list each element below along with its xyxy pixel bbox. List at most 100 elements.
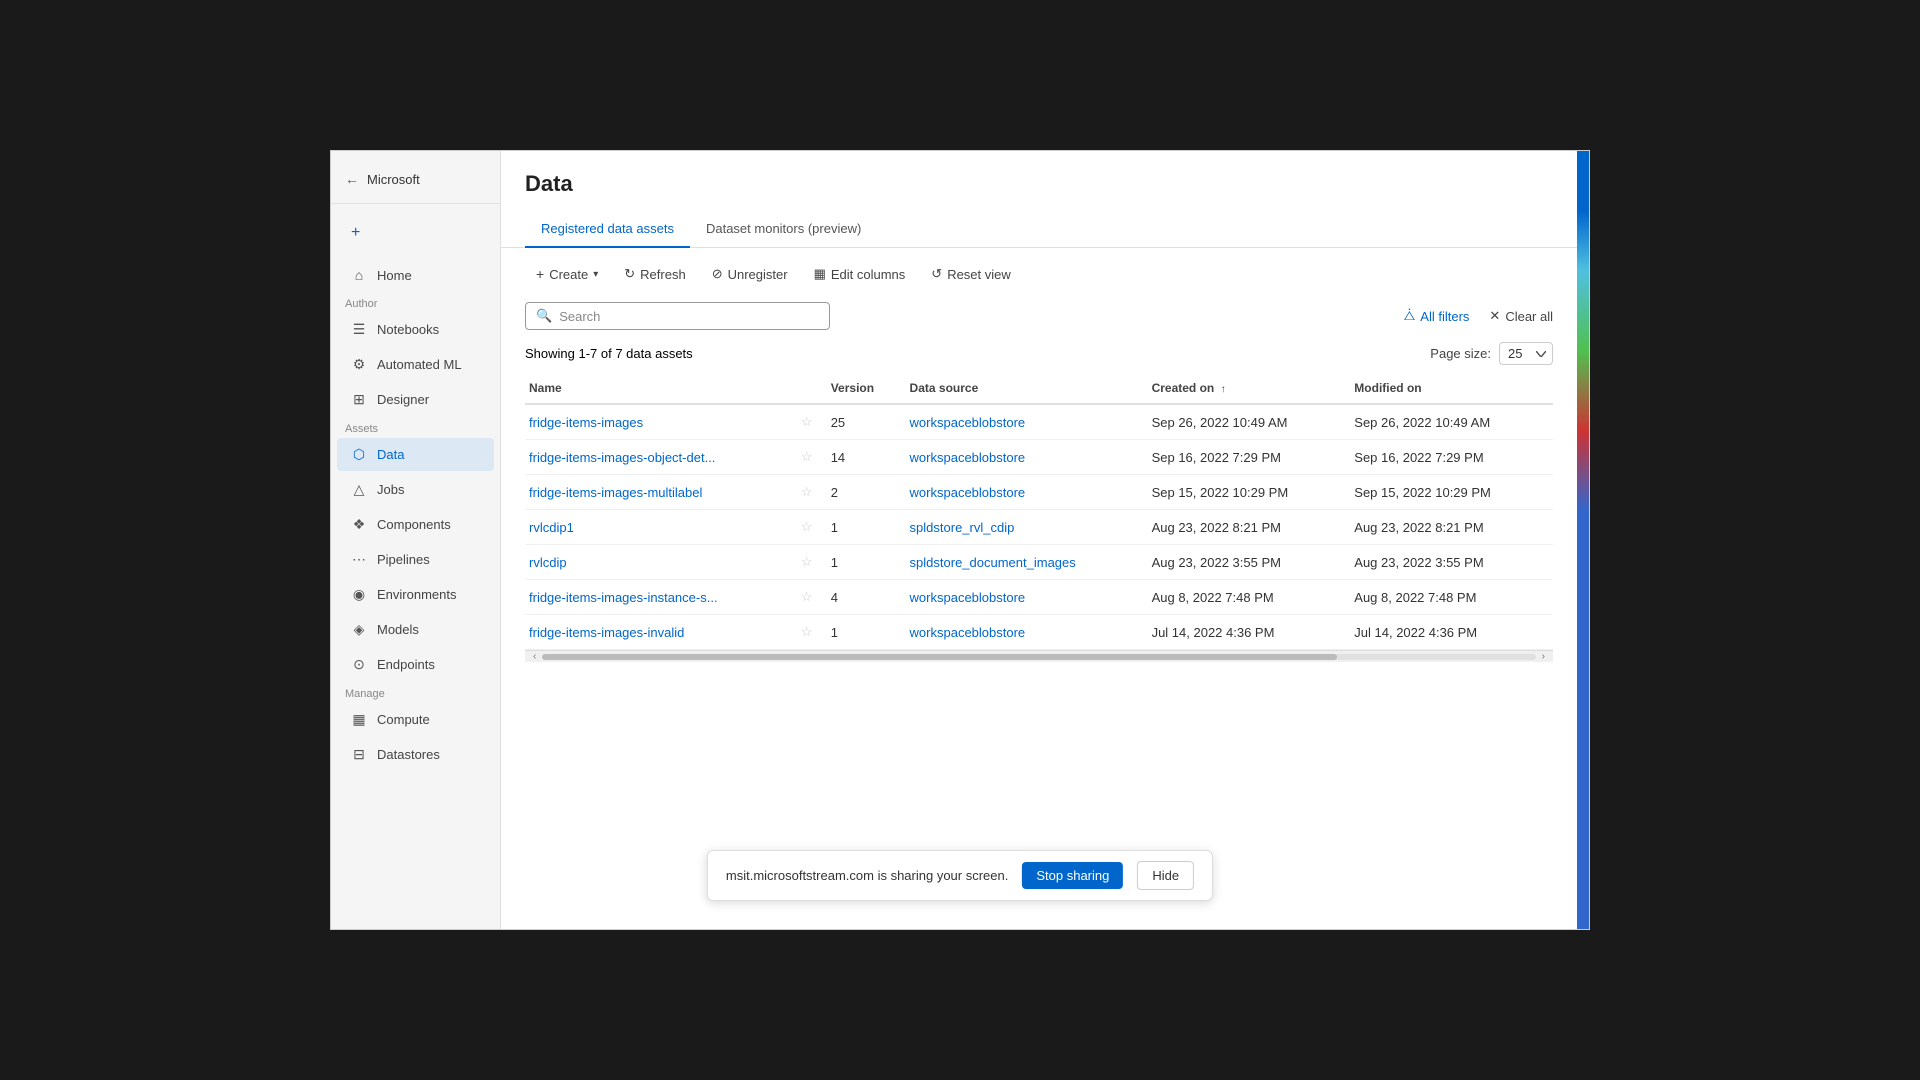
star-icon[interactable]: ☆ [801,484,813,499]
col-header-created-on[interactable]: Created on ↑ [1148,373,1351,404]
cell-version: 14 [827,440,906,475]
page-size-select[interactable]: 10 25 50 100 [1499,342,1553,365]
star-icon[interactable]: ☆ [801,519,813,534]
plus-icon: + [351,224,360,242]
cell-star[interactable]: ☆ [797,440,827,475]
table-row: fridge-items-images-multilabel ☆ 2 works… [525,475,1553,510]
cell-star[interactable]: ☆ [797,404,827,440]
create-button[interactable]: + Create ▾ [525,260,609,288]
cell-name[interactable]: fridge-items-images-invalid [525,615,797,650]
close-icon: ✕ [1489,308,1500,324]
endpoints-label: Endpoints [377,657,435,672]
cell-modified-on: Jul 14, 2022 4:36 PM [1350,615,1553,650]
star-icon[interactable]: ☆ [801,414,813,429]
cell-name[interactable]: fridge-items-images-multilabel [525,475,797,510]
cell-modified-on: Sep 16, 2022 7:29 PM [1350,440,1553,475]
star-icon[interactable]: ☆ [801,624,813,639]
new-button[interactable]: + [337,216,494,250]
table-scroll[interactable]: Name Version Data source Created on [525,373,1553,650]
hide-button[interactable]: Hide [1137,861,1194,890]
sidebar-item-environments[interactable]: ◉ Environments [337,578,494,611]
cell-datasource[interactable]: workspaceblobstore [906,440,1148,475]
cell-version: 4 [827,580,906,615]
reset-view-button[interactable]: ↺ Reset view [920,260,1021,288]
cell-created-on: Aug 23, 2022 3:55 PM [1148,545,1351,580]
edit-columns-button[interactable]: ▦ Edit columns [803,260,917,288]
tab-registered-data-assets[interactable]: Registered data assets [525,211,690,248]
table-row: fridge-items-images-object-det... ☆ 14 w… [525,440,1553,475]
sidebar-item-data[interactable]: ⬡ Data [337,438,494,471]
cell-version: 1 [827,615,906,650]
cell-star[interactable]: ☆ [797,580,827,615]
sidebar-item-automated-ml[interactable]: ⚙ Automated ML [337,348,494,381]
data-icon: ⬡ [351,446,367,463]
cell-created-on: Sep 16, 2022 7:29 PM [1148,440,1351,475]
horizontal-scrollbar[interactable]: ‹ › [525,650,1553,662]
unregister-label: Unregister [728,267,788,282]
sidebar-item-endpoints[interactable]: ⊙ Endpoints [337,648,494,681]
sidebar-item-notebooks[interactable]: ☰ Notebooks [337,313,494,346]
cell-star[interactable]: ☆ [797,615,827,650]
cell-name[interactable]: rvlcdip1 [525,510,797,545]
table-body: fridge-items-images ☆ 25 workspaceblobst… [525,404,1553,650]
cell-created-on: Aug 23, 2022 8:21 PM [1148,510,1351,545]
all-filters-button[interactable]: ⧊ All filters [1396,304,1478,328]
automated-ml-icon: ⚙ [351,356,367,373]
cell-star[interactable]: ☆ [797,475,827,510]
cell-datasource[interactable]: spldstore_rvl_cdip [906,510,1148,545]
sidebar-item-pipelines[interactable]: ⋯ Pipelines [337,543,494,576]
cell-datasource[interactable]: workspaceblobstore [906,475,1148,510]
clear-all-label: Clear all [1505,309,1553,324]
sidebar-item-compute[interactable]: ▦ Compute [337,703,494,736]
cell-datasource[interactable]: workspaceblobstore [906,615,1148,650]
cell-name[interactable]: fridge-items-images-instance-s... [525,580,797,615]
home-icon: ⌂ [351,267,367,283]
cell-modified-on: Sep 15, 2022 10:29 PM [1350,475,1553,510]
refresh-button[interactable]: ↻ Refresh [613,260,696,288]
table-row: fridge-items-images ☆ 25 workspaceblobst… [525,404,1553,440]
cell-datasource[interactable]: workspaceblobstore [906,580,1148,615]
cell-datasource[interactable]: workspaceblobstore [906,404,1148,440]
col-header-name[interactable]: Name [525,373,797,404]
tab-dataset-monitors[interactable]: Dataset monitors (preview) [690,211,877,248]
star-icon[interactable]: ☆ [801,554,813,569]
sidebar-item-models[interactable]: ◈ Models [337,613,494,646]
cell-version: 1 [827,510,906,545]
data-table-wrapper: Name Version Data source Created on [501,373,1577,929]
cell-datasource[interactable]: spldstore_document_images [906,545,1148,580]
refresh-label: Refresh [640,267,686,282]
cell-name[interactable]: fridge-items-images-object-det... [525,440,797,475]
scroll-left-arrow[interactable]: ‹ [529,651,540,662]
sidebar-item-jobs[interactable]: △ Jobs [337,473,494,506]
cell-version: 2 [827,475,906,510]
scroll-track[interactable] [542,654,1535,660]
cell-name[interactable]: fridge-items-images [525,404,797,440]
unregister-button[interactable]: ⊘ Unregister [701,260,799,288]
data-table: Name Version Data source Created on [525,373,1553,650]
star-icon[interactable]: ☆ [801,449,813,464]
sidebar-header: ← Microsoft [331,161,500,204]
cell-star[interactable]: ☆ [797,545,827,580]
scroll-thumb [542,654,1337,660]
stop-sharing-button[interactable]: Stop sharing [1022,862,1123,889]
star-icon[interactable]: ☆ [801,589,813,604]
cell-modified-on: Aug 8, 2022 7:48 PM [1350,580,1553,615]
search-input[interactable] [559,309,819,324]
sidebar-item-components[interactable]: ❖ Components [337,508,494,541]
clear-all-button[interactable]: ✕ Clear all [1489,308,1553,324]
endpoints-icon: ⊙ [351,656,367,673]
components-icon: ❖ [351,516,367,533]
sidebar-item-designer[interactable]: ⊞ Designer [337,383,494,416]
screen-share-message: msit.microsoftstream.com is sharing your… [726,868,1008,883]
main-content: Data Registered data assets Dataset moni… [501,151,1577,929]
back-icon[interactable]: ← [345,171,359,187]
cell-star[interactable]: ☆ [797,510,827,545]
sidebar-item-home[interactable]: ⌂ Home [337,259,494,291]
col-header-star [797,373,827,404]
search-input-wrapper[interactable]: 🔍 [525,302,830,330]
manage-section-label: Manage [331,682,500,702]
search-bar: 🔍 ⧊ All filters ✕ Clear all [501,298,1577,338]
sidebar-item-datastores[interactable]: ⊟ Datastores [337,738,494,771]
scroll-right-arrow[interactable]: › [1538,651,1549,662]
cell-name[interactable]: rvlcdip [525,545,797,580]
